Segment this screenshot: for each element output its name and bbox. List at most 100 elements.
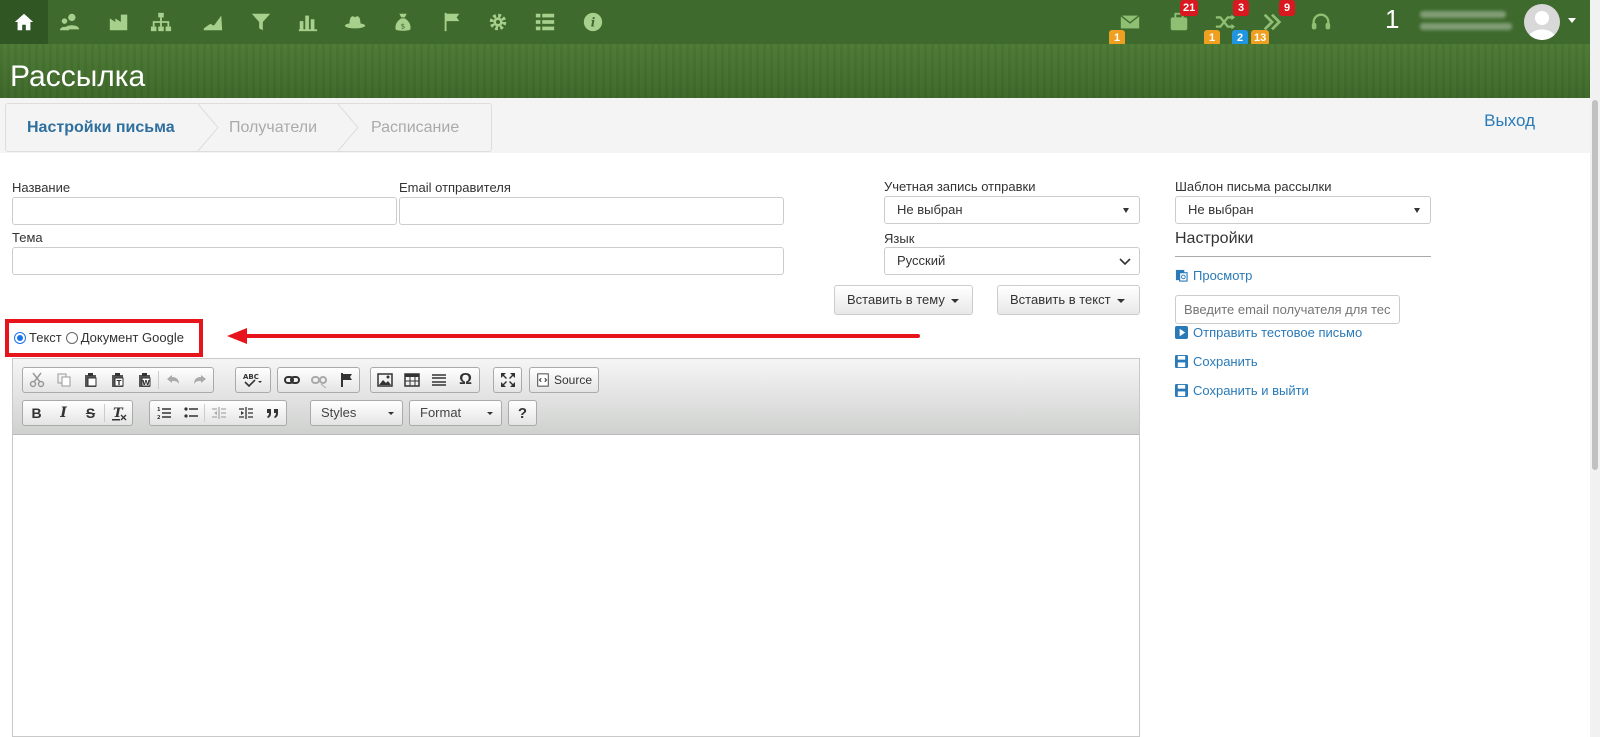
spellcheck-icon[interactable]: ABC [236,368,270,392]
language-select[interactable]: Русский [884,247,1140,275]
copy-icon[interactable] [50,368,77,392]
increase-indent-icon[interactable] [232,401,259,425]
cut-icon[interactable] [23,368,50,392]
spellcheck-group: ABC [235,367,271,393]
rich-text-editor: T W ABC Ω Source B I S T 1 2 Styles Form… [12,358,1140,737]
shuffle-badge-red: 3 [1233,0,1249,16]
list-icon[interactable] [529,6,561,38]
insert-into-text-label: Вставить в текст [1010,292,1111,307]
save-and-exit-link[interactable]: Сохранить и выйти [1175,383,1309,398]
org-chart-icon[interactable] [145,6,177,38]
svg-text:ABC: ABC [243,373,259,381]
test-email-input[interactable] [1175,295,1400,324]
anchor-flag-icon[interactable] [332,368,359,392]
redo-icon[interactable] [186,368,213,392]
user-name-blurred [1420,8,1512,36]
account-select[interactable]: Не выбран [884,196,1140,224]
step-recipients[interactable]: Получатели [229,104,317,151]
subject-label: Тема [12,230,43,245]
unlink-icon[interactable] [305,368,332,392]
step-separator [337,104,359,151]
bulleted-list-icon[interactable] [177,401,204,425]
preview-link[interactable]: Просмотр [1175,268,1252,283]
insert-into-subject-label: Вставить в тему [847,292,945,307]
forward-badge-red: 9 [1279,0,1295,16]
money-bag-icon[interactable]: $ [387,6,419,38]
info-icon[interactable]: i [577,6,609,38]
link-icon[interactable] [278,368,305,392]
template-label: Шаблон письма рассылки [1175,179,1332,194]
insert-into-subject-button[interactable]: Вставить в тему [834,285,973,315]
bar-chart-icon[interactable] [292,6,324,38]
wizard-area: Настройки письма Получатели Расписание В… [0,98,1590,153]
svg-text:1: 1 [157,407,161,413]
italic-icon[interactable]: I [50,401,77,425]
content-type-radios: Текст Документ Google [14,330,184,345]
svg-text:2: 2 [157,415,161,421]
factory-icon[interactable] [103,6,135,38]
decrease-indent-icon[interactable] [205,401,232,425]
hat-icon[interactable] [339,6,371,38]
name-label: Название [12,180,71,195]
home-icon[interactable] [0,0,48,44]
image-icon[interactable] [371,368,398,392]
avatar[interactable] [1524,4,1560,40]
svg-text:W: W [142,379,150,387]
caret-down-icon [950,298,959,303]
subject-input[interactable] [12,247,784,275]
gear-icon[interactable] [482,6,514,38]
special-char-icon[interactable]: Ω [452,368,479,392]
strikethrough-icon[interactable]: S [77,401,104,425]
undo-icon[interactable] [159,368,186,392]
google-doc-radio[interactable] [65,331,78,344]
template-select[interactable]: Не выбран [1175,196,1431,224]
language-label: Язык [884,231,915,246]
flags-icon[interactable] [436,6,468,38]
paste-icon[interactable] [77,368,104,392]
table-icon[interactable] [398,368,425,392]
bold-icon[interactable]: B [23,401,50,425]
format-dropdown[interactable]: Format [409,400,502,426]
clipboard-group: T W [22,367,214,393]
paste-text-icon[interactable]: T [104,368,131,392]
annotation-arrow [227,328,920,344]
editor-content-area[interactable] [13,435,1139,736]
send-test-email-link[interactable]: Отправить тестовое письмо [1175,325,1362,340]
step-schedule[interactable]: Расписание [371,104,459,151]
remove-format-icon[interactable]: T [105,401,132,425]
headset-icon[interactable] [1305,6,1337,38]
users-icon[interactable] [54,6,86,38]
source-button[interactable]: Source [529,367,600,393]
blockquote-icon[interactable] [259,401,286,425]
help-group: ? [508,400,537,426]
paste-word-icon[interactable]: W [131,368,158,392]
styles-dropdown[interactable]: Styles [310,400,403,426]
horizontal-rule-icon[interactable] [425,368,452,392]
text-radio[interactable] [14,331,26,344]
insert-into-text-button[interactable]: Вставить в текст [997,285,1140,315]
language-select-value: Русский [897,253,946,268]
page-scrollbar-thumb[interactable] [1592,100,1598,470]
save-link[interactable]: Сохранить [1175,354,1258,369]
wizard-steps: Настройки письма Получатели Расписание [5,103,492,152]
user-menu-caret-icon[interactable] [1568,18,1576,23]
area-chart-icon[interactable] [197,6,229,38]
sender-email-input[interactable] [399,197,784,225]
google-doc-radio-label[interactable]: Документ Google [81,330,184,345]
paragraph-group: 12 [149,400,287,426]
help-icon[interactable]: ? [509,401,536,425]
save-link-label: Сохранить [1193,354,1258,369]
send-test-email-label: Отправить тестовое письмо [1193,325,1363,340]
logout-link[interactable]: Выход [1484,111,1535,131]
text-radio-label[interactable]: Текст [29,330,62,345]
step-letter-settings[interactable]: Настройки письма [27,104,175,151]
preview-doc-icon [1175,269,1188,282]
maximize-group [493,367,522,393]
insert-group: Ω [370,367,480,393]
step-separator [197,104,219,151]
numbered-list-icon[interactable]: 12 [150,401,177,425]
preview-link-label: Просмотр [1193,268,1253,283]
name-input[interactable] [12,197,397,225]
maximize-icon[interactable] [494,368,521,392]
filter-icon[interactable] [245,6,277,38]
